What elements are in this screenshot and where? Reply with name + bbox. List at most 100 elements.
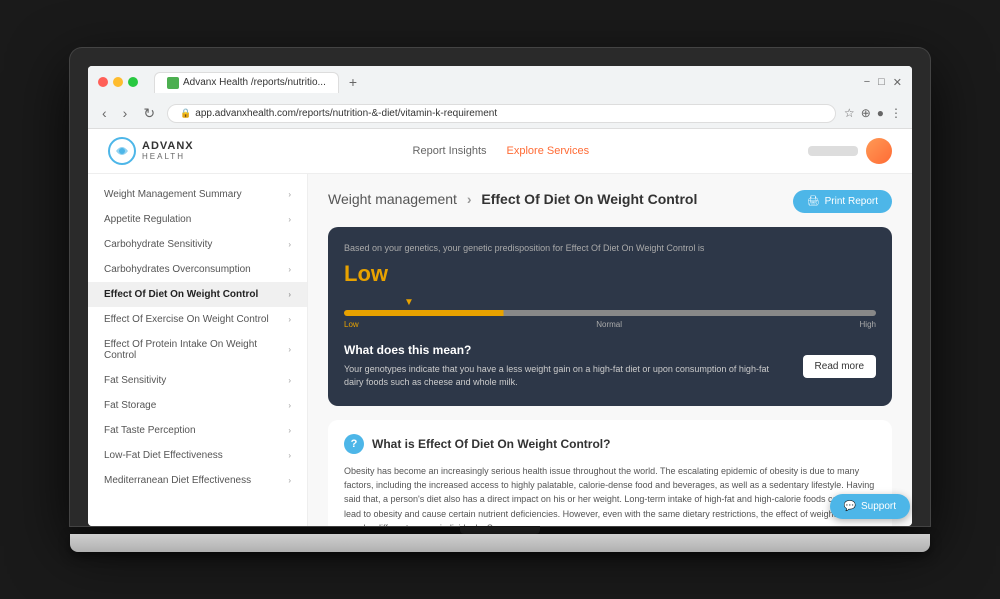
logo-text-area: ADVANX HEALTH <box>142 140 194 161</box>
logo-area: ADVANX HEALTH <box>108 137 194 165</box>
scale-container: ▼ Low Normal High <box>344 297 876 329</box>
user-name <box>808 146 858 156</box>
sidebar-item-fat-storage[interactable]: Fat Storage › <box>88 393 307 418</box>
sidebar-item-appetite[interactable]: Appetite Regulation › <box>88 207 307 232</box>
page-header: Weight management › Effect Of Diet On We… <box>328 190 892 213</box>
chevron-icon-1: › <box>288 215 291 224</box>
page-content: Weight management › Effect Of Diet On We… <box>308 174 912 526</box>
sidebar-item-effect-diet[interactable]: Effect Of Diet On Weight Control › <box>88 282 307 307</box>
chevron-icon-11: › <box>288 476 291 485</box>
chevron-icon-2: › <box>288 240 291 249</box>
lock-icon: 🔒 <box>180 108 191 119</box>
breadcrumb: Weight management › Effect Of Diet On We… <box>328 190 697 210</box>
scale-label-high: High <box>860 320 876 329</box>
back-button[interactable]: ‹ <box>98 103 111 123</box>
screen-bezel: Advanx Health /reports/nutritio... + − □… <box>70 48 930 526</box>
predisposition-card: Based on your genetics, your genetic pre… <box>328 227 892 406</box>
print-report-button[interactable]: 🖨 Print Report <box>793 190 892 213</box>
breadcrumb-separator: › <box>467 191 472 207</box>
sidebar-item-mediterranean[interactable]: Mediterranean Diet Effectiveness › <box>88 468 307 493</box>
meaning-title: What does this mean? <box>344 343 791 357</box>
sidebar-item-effect-protein[interactable]: Effect Of Protein Intake On Weight Contr… <box>88 332 307 368</box>
chevron-icon-0: › <box>288 190 291 199</box>
scale-labels: Low Normal High <box>344 320 876 329</box>
sidebar: Weight Management Summary › Appetite Reg… <box>88 174 308 526</box>
sidebar-item-fat-taste[interactable]: Fat Taste Perception › <box>88 418 307 443</box>
info-body: Obesity has become an increasingly serio… <box>344 464 876 526</box>
menu-icon[interactable]: ⋮ <box>890 106 902 120</box>
minimize-button[interactable] <box>113 77 123 87</box>
window-close-icon[interactable]: ✕ <box>893 76 902 89</box>
browser-tab[interactable]: Advanx Health /reports/nutritio... <box>154 72 339 93</box>
sidebar-item-carbohydrate-sensitivity[interactable]: Carbohydrate Sensitivity › <box>88 232 307 257</box>
tab-bar: Advanx Health /reports/nutritio... + <box>154 72 363 93</box>
window-restore-icon[interactable]: □ <box>878 76 885 88</box>
laptop-screen: Advanx Health /reports/nutritio... + − □… <box>88 66 912 526</box>
chevron-icon-7: › <box>288 376 291 385</box>
predisposition-value: Low <box>344 261 876 287</box>
browser-titlebar: Advanx Health /reports/nutritio... + − □… <box>88 66 912 99</box>
info-title: What is Effect Of Diet On Weight Control… <box>372 437 610 451</box>
tab-title: Advanx Health /reports/nutritio... <box>183 77 326 88</box>
card-subtitle: Based on your genetics, your genetic pre… <box>344 243 876 253</box>
browser-chrome: Advanx Health /reports/nutritio... + − □… <box>88 66 912 129</box>
sidebar-item-low-fat[interactable]: Low-Fat Diet Effectiveness › <box>88 443 307 468</box>
breadcrumb-parent: Weight management <box>328 191 457 207</box>
nav-report-insights[interactable]: Report Insights <box>413 145 487 157</box>
main-content: Weight Management Summary › Appetite Reg… <box>88 174 912 526</box>
user-avatar[interactable] <box>866 138 892 164</box>
window-minimize-icon[interactable]: − <box>864 76 870 88</box>
toolbar-icons: ☆ ⊕ ● ⋮ <box>844 106 902 120</box>
tab-favicon <box>167 77 179 89</box>
chevron-icon-8: › <box>288 401 291 410</box>
app-layout: ADVANX HEALTH Report Insights Explore Se… <box>88 129 912 526</box>
header-user <box>808 138 892 164</box>
support-button[interactable]: 💬 Support <box>830 494 910 519</box>
extension-icon[interactable]: ⊕ <box>861 106 871 120</box>
window-controls <box>98 77 138 87</box>
meaning-body: Your genotypes indicate that you have a … <box>344 363 791 390</box>
scale-bar <box>344 310 876 316</box>
laptop-base <box>70 534 930 552</box>
maximize-button[interactable] <box>128 77 138 87</box>
meaning-section: What does this mean? Your genotypes indi… <box>344 343 876 390</box>
url-text: app.advanxhealth.com/reports/nutrition-&… <box>195 108 497 119</box>
read-more-button[interactable]: Read more <box>803 355 876 378</box>
app-header: ADVANX HEALTH Report Insights Explore Se… <box>88 129 912 174</box>
meaning-text-area: What does this mean? Your genotypes indi… <box>344 343 791 390</box>
header-nav: Report Insights Explore Services <box>413 145 590 157</box>
printer-icon: 🖨 <box>807 196 820 207</box>
address-bar[interactable]: 🔒 app.advanxhealth.com/reports/nutrition… <box>167 104 836 123</box>
sidebar-item-carbohydrates-overconsumption[interactable]: Carbohydrates Overconsumption › <box>88 257 307 282</box>
laptop-notch <box>460 526 540 534</box>
sidebar-item-effect-exercise[interactable]: Effect Of Exercise On Weight Control › <box>88 307 307 332</box>
logo-icon <box>108 137 136 165</box>
scale-label-normal: Normal <box>596 320 622 329</box>
breadcrumb-current: Effect Of Diet On Weight Control <box>481 191 697 207</box>
support-icon: 💬 <box>844 501 856 512</box>
star-icon[interactable]: ☆ <box>844 106 855 120</box>
logo-subtitle: HEALTH <box>142 152 194 161</box>
chevron-icon-9: › <box>288 426 291 435</box>
scale-label-low: Low <box>344 320 359 329</box>
chevron-icon-6: › <box>288 345 291 354</box>
sidebar-item-fat-sensitivity[interactable]: Fat Sensitivity › <box>88 368 307 393</box>
chevron-icon-5: › <box>288 315 291 324</box>
chevron-icon-3: › <box>288 265 291 274</box>
info-header: ? What is Effect Of Diet On Weight Contr… <box>344 434 876 454</box>
new-tab-button[interactable]: + <box>343 72 363 92</box>
info-icon: ? <box>344 434 364 454</box>
info-section: ? What is Effect Of Diet On Weight Contr… <box>328 420 892 526</box>
nav-explore-services[interactable]: Explore Services <box>507 145 590 157</box>
logo-brand: ADVANX <box>142 140 194 152</box>
browser-toolbar: ‹ › ↻ 🔒 app.advanxhealth.com/reports/nut… <box>88 99 912 128</box>
user-icon[interactable]: ● <box>877 106 884 120</box>
forward-button[interactable]: › <box>119 103 132 123</box>
laptop-container: Advanx Health /reports/nutritio... + − □… <box>70 48 930 552</box>
scale-indicator: ▼ <box>344 297 876 308</box>
sidebar-item-weight-management[interactable]: Weight Management Summary › <box>88 182 307 207</box>
scale-arrow-icon: ▼ <box>404 297 414 308</box>
close-button[interactable] <box>98 77 108 87</box>
chevron-icon-4: › <box>288 290 291 299</box>
refresh-button[interactable]: ↻ <box>139 103 159 124</box>
